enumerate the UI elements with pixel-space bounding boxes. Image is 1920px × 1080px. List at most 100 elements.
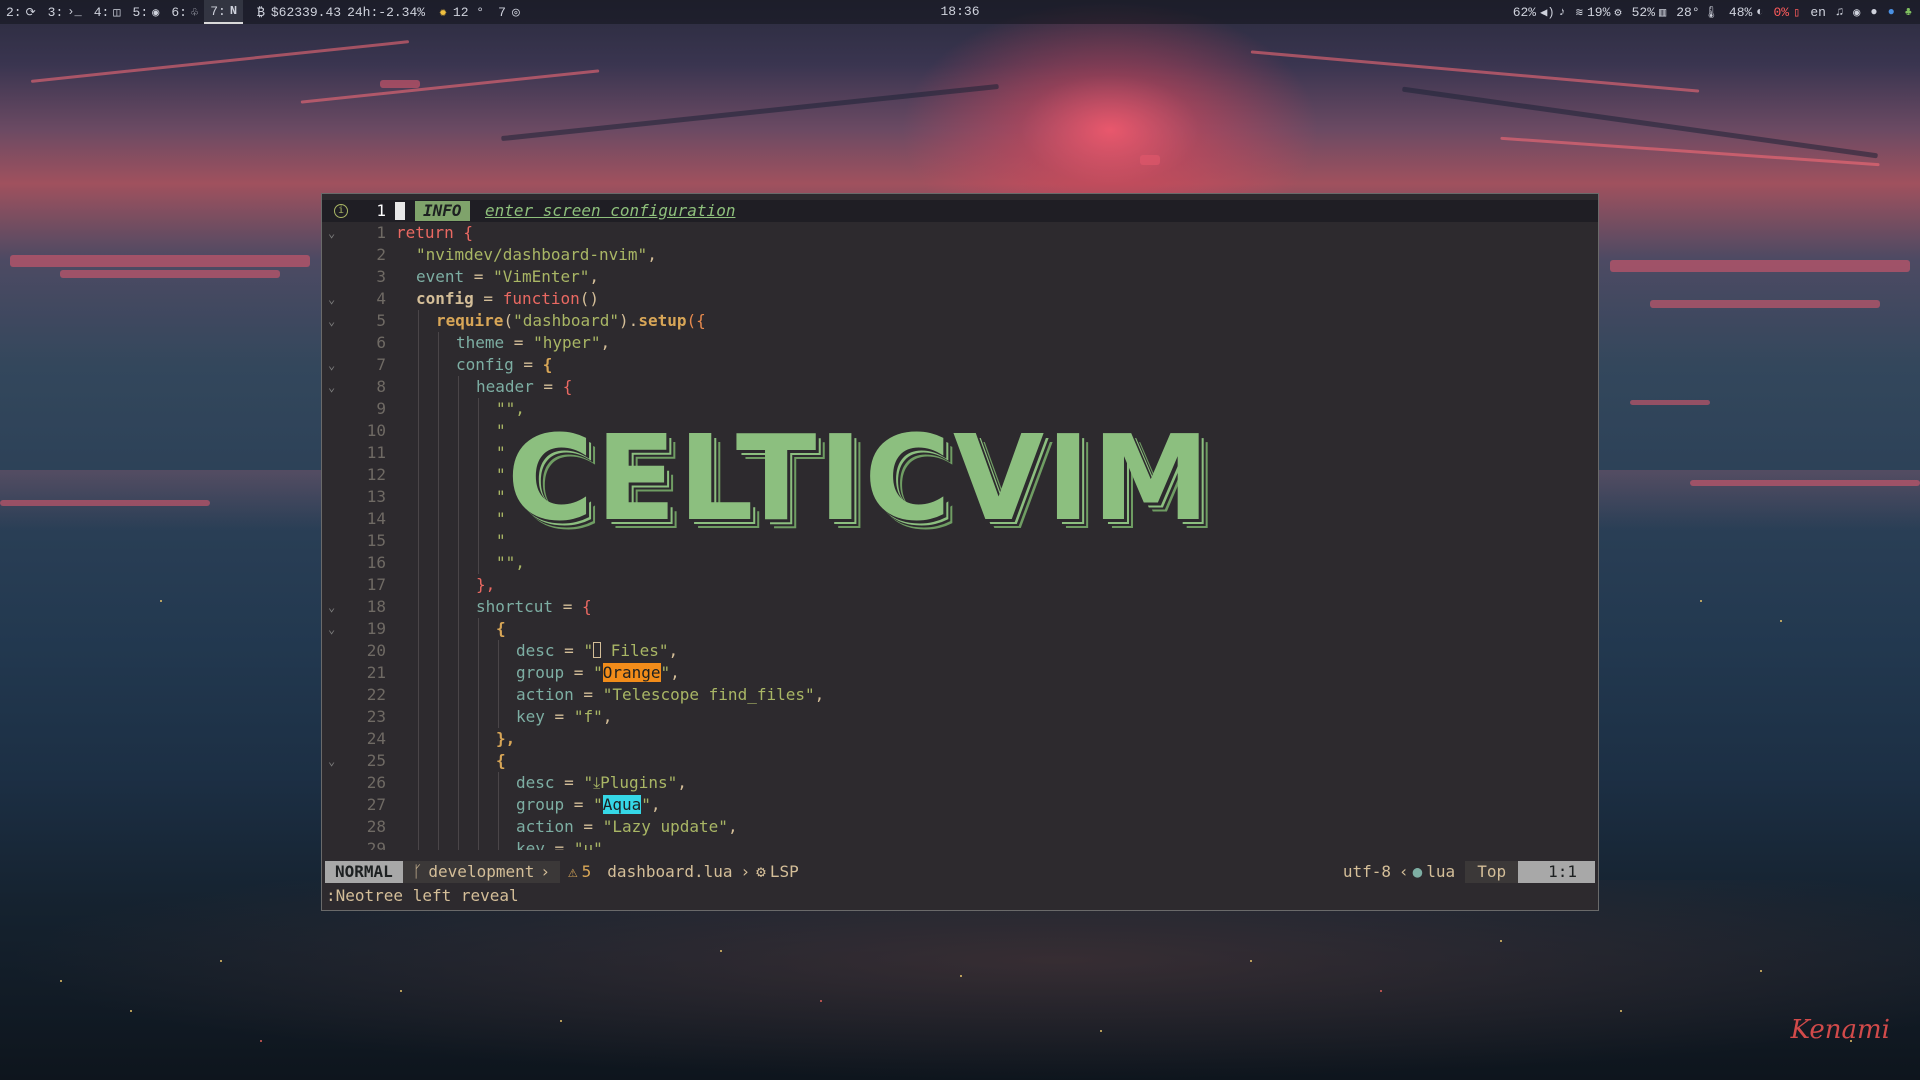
cursor: [395, 202, 405, 220]
git-branch[interactable]: ᚴ development ›: [402, 861, 561, 883]
leaf-icon: ♧: [190, 5, 199, 20]
fold-icon[interactable]: ⌄: [328, 222, 344, 244]
artist-signature: Kenami: [1790, 1015, 1890, 1045]
github-icon[interactable]: ●: [1870, 5, 1877, 19]
line-number: 7: [376, 355, 386, 374]
code-line[interactable]: 27 group = "Aqua",: [322, 794, 1598, 816]
line-number: 17: [366, 575, 386, 594]
line-number: 14: [366, 509, 386, 528]
code-line[interactable]: ⌄ 4 config = function(): [322, 288, 1598, 310]
leaf-tray-icon[interactable]: ♣: [1905, 5, 1912, 19]
battery-widget[interactable]: 0% ▯: [1774, 5, 1801, 20]
fold-icon[interactable]: ⌄: [328, 596, 344, 618]
mode-indicator: NORMAL: [325, 861, 403, 883]
line-number: 9: [376, 399, 386, 418]
system-tray: 62% ◀) ♪ ≋ 19% ⚙ 52% ▥ 28° 🌡 48% ◐ 0% ▯ en ♫ ◉ ●…: [1513, 0, 1912, 24]
fold-icon[interactable]: ⌄: [328, 310, 344, 332]
battery-icon: ▯: [1793, 5, 1801, 20]
code-line[interactable]: 28 action = "Lazy update",: [322, 816, 1598, 838]
keyboard-layout[interactable]: en: [1810, 5, 1826, 20]
weather-widget[interactable]: ✹ 12 °: [439, 5, 484, 20]
wifi-icon: ≋: [1575, 5, 1583, 20]
code-line[interactable]: 29 key = "u",: [322, 838, 1598, 850]
line-number: 6: [376, 333, 386, 352]
code-line[interactable]: 20 desc = " Files",: [322, 640, 1598, 662]
code-line[interactable]: 26 desc = "⤓Plugins",: [322, 772, 1598, 794]
browser-icon[interactable]: ●: [1888, 5, 1895, 19]
memory-widget[interactable]: 52% ▥: [1632, 5, 1667, 20]
info-badge: INFO: [415, 201, 470, 221]
color-highlight-aqua: Aqua: [602, 795, 642, 814]
code-line[interactable]: ⌄ 7 config = {: [322, 354, 1598, 376]
line-number: 1: [376, 223, 386, 242]
code-line[interactable]: ⌄ 1 return {: [322, 222, 1598, 244]
code-line[interactable]: ⌄ 8 header = {: [322, 376, 1598, 398]
temperature-widget[interactable]: 28° 🌡: [1676, 5, 1719, 20]
memory-icon: ▥: [1659, 5, 1667, 20]
line-number: 20: [366, 641, 386, 660]
code-line[interactable]: 21 group = "Orange",: [322, 662, 1598, 684]
file-name[interactable]: dashboard.lua: [599, 861, 740, 883]
chevron-right-icon: ›: [740, 862, 751, 881]
line-number: 12: [366, 465, 386, 484]
fold-icon[interactable]: ⌄: [328, 750, 344, 772]
updates-widget[interactable]: 7 ◎: [498, 5, 520, 20]
code-line[interactable]: ⌄ 25{: [322, 750, 1598, 772]
workspace-6[interactable]: 6: ♧: [165, 0, 204, 24]
code-line[interactable]: 23 key = "f",: [322, 706, 1598, 728]
fold-icon[interactable]: ⌄: [328, 354, 344, 376]
git-branch-icon: ᚴ: [412, 862, 423, 881]
package-icon: ◎: [511, 4, 520, 20]
code-line[interactable]: 16 "",: [322, 552, 1598, 574]
diagnostics-warnings[interactable]: ⚠ 5: [560, 861, 599, 883]
line-number: 4: [376, 289, 386, 308]
file-icon: [593, 642, 602, 658]
refresh-icon: ⟳: [25, 5, 36, 20]
workspace-5[interactable]: 5: ◉: [127, 0, 166, 24]
command-line[interactable]: :Neotree left reveal: [326, 885, 519, 907]
fold-icon[interactable]: ⌄: [328, 288, 344, 310]
clock[interactable]: 18:36: [940, 4, 979, 19]
workspace-list: 2: ⟳ 3: ›_ 4: ◫ 5: ◉ 6: ♧ 7: N ₿ $62339.43 24h…: [0, 0, 520, 24]
steam-icon[interactable]: ◉: [1853, 5, 1860, 20]
line-number: 27: [366, 795, 386, 814]
cpu-icon: ⚙: [1614, 5, 1622, 20]
line-number: 13: [366, 487, 386, 506]
line-number: 16: [366, 553, 386, 572]
notification-message: enter screen configuration: [485, 201, 736, 220]
code-line[interactable]: 24},: [322, 728, 1598, 750]
bell-icon[interactable]: ♫: [1836, 5, 1843, 19]
workspace-3[interactable]: 3: ›_: [42, 0, 88, 24]
volume-widget[interactable]: 62% ◀) ♪: [1513, 5, 1566, 20]
lsp-status[interactable]: ⚙ LSP: [750, 861, 805, 883]
code-line[interactable]: 3 event = "VimEnter",: [322, 266, 1598, 288]
line-number: 21: [366, 663, 386, 682]
microphone-icon: ♪: [1558, 5, 1566, 19]
code-line[interactable]: 2 "nvimdev/dashboard-nvim",: [322, 244, 1598, 266]
fold-icon[interactable]: ⌄: [328, 618, 344, 640]
brightness-widget[interactable]: 48% ◐: [1729, 5, 1764, 20]
code-line[interactable]: ⌄ 5 require("dashboard").setup({: [322, 310, 1598, 332]
thermometer-icon: 🌡: [1703, 5, 1719, 20]
code-line[interactable]: ⌄ 18 shortcut = {: [322, 596, 1598, 618]
line-number: 11: [366, 443, 386, 462]
workspace-4[interactable]: 4: ◫: [88, 0, 127, 24]
workspace-7[interactable]: 7: N: [204, 0, 244, 24]
file-encoding: utf-8: [1342, 862, 1391, 881]
neovim-window[interactable]: i 1 INFO enter screen configuration ⌄ 1 re…: [321, 193, 1599, 911]
file-type: ● lua: [1412, 862, 1456, 881]
bitcoin-widget[interactable]: ₿ $62339.43 24h:-2.34%: [257, 5, 425, 20]
code-line[interactable]: 17},: [322, 574, 1598, 596]
current-line-number: 1: [376, 201, 386, 220]
lua-icon: ●: [1412, 862, 1423, 881]
terminal-icon: ›_: [67, 5, 82, 19]
fold-icon[interactable]: ⌄: [328, 376, 344, 398]
line-number: 8: [376, 377, 386, 396]
wifi-widget[interactable]: ≋ 19% ⚙: [1576, 5, 1622, 20]
code-line[interactable]: 6 theme = "hyper",: [322, 332, 1598, 354]
color-highlight-orange: Orange: [602, 663, 661, 682]
code-line[interactable]: ⌄ 19{: [322, 618, 1598, 640]
code-line[interactable]: 22 action = "Telescope find_files",: [322, 684, 1598, 706]
line-number: 2: [376, 245, 386, 264]
workspace-2[interactable]: 2: ⟳: [0, 0, 42, 24]
